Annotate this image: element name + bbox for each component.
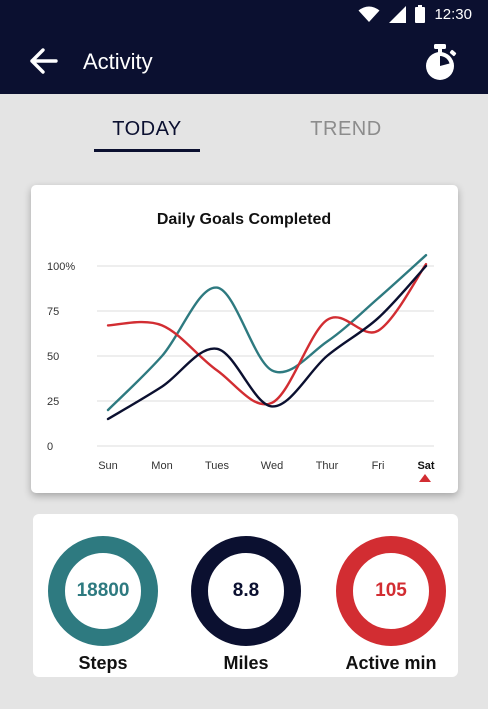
back-button[interactable]	[28, 46, 60, 76]
x-tick-label[interactable]: Wed	[261, 460, 283, 472]
cell-signal-icon	[389, 5, 407, 23]
active-min-ring: 105	[336, 536, 446, 646]
steps-ring: 18800	[48, 536, 158, 646]
y-tick-label: 100%	[47, 261, 75, 273]
steps-stat[interactable]: 18800 Steps	[48, 536, 158, 674]
series-line-0	[106, 254, 428, 412]
status-bar: 12:30	[0, 0, 488, 28]
tab-today[interactable]: TODAY	[94, 118, 200, 141]
daily-goals-chart: Daily Goals Completed 100% 75 50 25 0 Sun Mon…	[47, 211, 435, 482]
miles-value: 8.8	[232, 580, 260, 601]
active-min-stat[interactable]: 105 Active min	[336, 536, 446, 674]
tab-selected-indicator	[94, 149, 200, 152]
battery-icon	[415, 5, 426, 23]
selected-day-marker	[419, 474, 431, 482]
status-icons: 12:30	[358, 5, 472, 23]
series-line-1	[106, 263, 428, 406]
x-tick-label[interactable]: Sun	[98, 460, 118, 472]
active-min-value: 105	[375, 580, 407, 601]
x-tick-label[interactable]: Mon	[151, 460, 172, 472]
tab-trend[interactable]: TREND	[296, 118, 396, 141]
steps-label: Steps	[78, 653, 128, 673]
daily-goals-chart-card: Daily Goals Completed 100% 75 50 25 0 Sun Mon…	[31, 185, 458, 493]
miles-ring: 8.8	[191, 536, 301, 646]
steps-value: 18800	[76, 580, 130, 601]
stopwatch-icon	[426, 44, 457, 80]
status-time: 12:30	[434, 5, 472, 23]
arrow-left-icon	[30, 48, 58, 74]
miles-label: Miles	[223, 653, 269, 673]
y-tick-label: 25	[47, 396, 59, 408]
active-min-label: Active min	[345, 653, 437, 673]
x-tick-label[interactable]: Fri	[372, 460, 385, 472]
chart-title: Daily Goals Completed	[157, 211, 331, 228]
y-tick-label: 75	[47, 306, 59, 318]
wifi-icon	[358, 6, 380, 22]
x-tick-label[interactable]: Sat	[417, 460, 434, 472]
x-tick-label[interactable]: Tues	[205, 460, 230, 472]
page-title: Activity	[83, 49, 153, 74]
y-tick-label: 0	[47, 441, 53, 453]
stopwatch-button[interactable]	[420, 42, 460, 82]
y-tick-label: 50	[47, 351, 59, 363]
x-tick-label[interactable]: Thur	[316, 460, 339, 472]
stats-card: 18800 Steps 8.8 Miles 105 Active min	[33, 514, 458, 677]
app-bar: Activity	[0, 28, 488, 94]
miles-stat[interactable]: 8.8 Miles	[191, 536, 301, 674]
series-line-2	[106, 264, 428, 421]
